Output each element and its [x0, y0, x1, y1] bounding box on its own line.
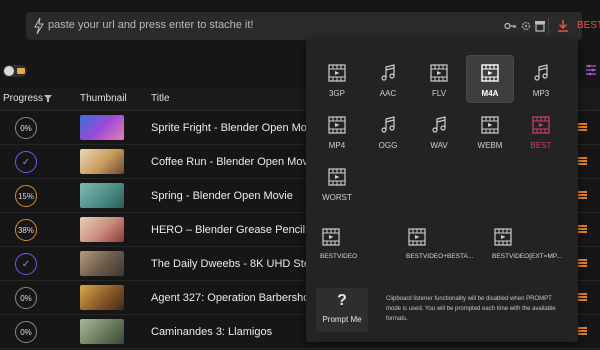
mode-toggle[interactable] — [3, 65, 27, 77]
format-option-selected[interactable]: M4A — [466, 55, 514, 103]
header-thumbnail: Thumbnail — [80, 93, 127, 104]
format-option[interactable]: WAV — [416, 108, 462, 154]
film-icon — [408, 228, 426, 246]
preset-label: BESTVIDEO — [320, 253, 358, 260]
format-selector-button[interactable]: BEST — [577, 20, 600, 31]
format-option[interactable]: 3GP — [314, 56, 360, 102]
music-icon — [381, 64, 395, 81]
header-progress[interactable]: Progress — [3, 93, 43, 104]
music-icon — [534, 64, 548, 81]
film-icon — [430, 64, 448, 82]
film-icon — [328, 116, 346, 134]
format-option[interactable]: WORST — [314, 160, 360, 206]
film-icon — [481, 116, 499, 134]
format-option[interactable]: MP3 — [518, 56, 564, 102]
format-option[interactable]: AAC — [365, 56, 411, 102]
format-label: OGG — [378, 141, 398, 150]
film-icon — [532, 116, 550, 134]
prompt-note: Clipboard listener functionality will be… — [386, 296, 556, 322]
prompt-me-button[interactable]: ? Prompt Me — [316, 288, 368, 332]
key-icon[interactable] — [504, 19, 516, 33]
url-placeholder: paste your url and press enter to stache… — [48, 19, 254, 31]
format-label: MP3 — [532, 89, 550, 98]
video-thumbnail — [80, 149, 124, 174]
video-thumbnail — [80, 251, 124, 276]
video-title: The Daily Dweebs - 8K UHD Stere... — [151, 258, 329, 270]
video-thumbnail — [80, 285, 124, 310]
preset-option[interactable]: BESTVIDEO+BESTA... — [402, 222, 480, 266]
film-icon — [328, 64, 346, 82]
film-icon — [322, 228, 340, 246]
format-label: FLV — [431, 89, 447, 98]
progress-indicator: 0% — [15, 287, 37, 309]
url-input[interactable]: paste your url and press enter to stache… — [26, 12, 600, 40]
format-label: WORST — [322, 193, 352, 202]
preset-option[interactable]: BESTVIDEO — [316, 222, 394, 266]
format-option[interactable]: BEST — [518, 108, 564, 154]
list-icon — [17, 68, 25, 74]
format-option[interactable]: MP4 — [314, 108, 360, 154]
progress-indicator: 0% — [15, 117, 37, 139]
video-thumbnail — [80, 115, 124, 140]
format-label: WEBM — [477, 141, 503, 150]
sliders-icon[interactable] — [585, 64, 597, 76]
header-title[interactable]: Title — [151, 93, 170, 104]
archive-icon[interactable] — [534, 19, 546, 33]
video-title: Sprite Fright - Blender Open Movie — [151, 122, 321, 134]
menu-icon[interactable] — [578, 123, 587, 131]
video-title: Agent 327: Operation Barbershop — [151, 292, 316, 304]
music-icon — [381, 116, 395, 133]
format-option[interactable]: FLV — [416, 56, 462, 102]
menu-icon[interactable] — [578, 225, 587, 233]
film-icon — [328, 168, 346, 186]
format-option[interactable]: WEBM — [467, 108, 513, 154]
question-icon: ? — [337, 292, 347, 309]
menu-icon[interactable] — [578, 327, 587, 335]
menu-icon[interactable] — [578, 259, 587, 267]
music-icon — [432, 116, 446, 133]
progress-indicator: ✓ — [15, 151, 37, 173]
video-title: Spring - Blender Open Movie — [151, 190, 293, 202]
progress-indicator: ✓ — [15, 253, 37, 275]
format-label: MP4 — [328, 141, 346, 150]
video-title: Caminandes 3: Llamigos — [151, 326, 273, 338]
preset-label: BESTVIDEO[EXT=MP... — [492, 253, 562, 260]
menu-icon[interactable] — [578, 293, 587, 301]
film-icon — [494, 228, 512, 246]
video-thumbnail — [80, 319, 124, 344]
format-option[interactable]: OGG — [365, 108, 411, 154]
format-label: M4A — [481, 89, 499, 98]
format-label: AAC — [379, 89, 397, 98]
progress-indicator: 38% — [15, 219, 37, 241]
app-window: paste your url and press enter to stache… — [0, 0, 600, 350]
progress-indicator: 0% — [15, 321, 37, 343]
film-icon — [481, 64, 499, 82]
toggle-knob — [4, 66, 14, 76]
gear-icon[interactable] — [520, 19, 532, 33]
menu-icon[interactable] — [578, 191, 587, 199]
preset-label: BESTVIDEO+BESTA... — [406, 253, 474, 260]
video-thumbnail — [80, 217, 124, 242]
format-popover: 3GP AAC FLV M4A MP3 MP4 OGG WAV WEBM BES… — [306, 40, 578, 342]
preset-option[interactable]: BESTVIDEO[EXT=MP... — [488, 222, 566, 266]
urlbar-divider — [548, 18, 549, 34]
download-icon[interactable] — [557, 19, 569, 33]
prompt-label: Prompt Me — [322, 315, 362, 324]
menu-icon[interactable] — [578, 157, 587, 165]
format-label: WAV — [430, 141, 448, 150]
format-label: BEST — [530, 141, 552, 150]
format-label: 3GP — [328, 89, 345, 98]
video-title: Coffee Run - Blender Open Movie — [151, 156, 317, 168]
progress-indicator: 15% — [15, 185, 37, 207]
filter-icon[interactable] — [44, 95, 52, 102]
bolt-icon — [34, 18, 44, 34]
video-thumbnail — [80, 183, 124, 208]
